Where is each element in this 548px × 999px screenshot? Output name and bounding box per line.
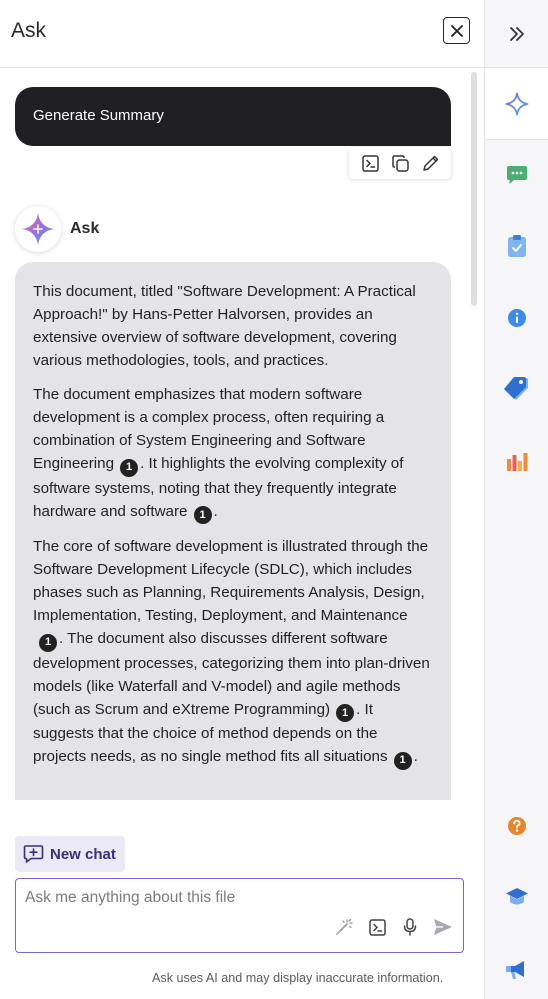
learn-icon [506, 888, 528, 905]
chat-input-box[interactable] [15, 878, 464, 953]
ask-sparkle-icon [505, 92, 529, 115]
right-rail [484, 0, 548, 999]
close-button[interactable] [443, 17, 470, 44]
close-icon [450, 24, 463, 37]
message-actions [349, 147, 451, 179]
magic-wand-icon [335, 918, 353, 936]
clipboard-icon [508, 235, 526, 257]
conversation-area[interactable]: Generate Summary Ask This document, titl… [0, 69, 484, 800]
prompt-button[interactable] [358, 151, 382, 175]
input-tools [334, 917, 453, 937]
new-chat-label: New chat [50, 845, 116, 863]
info-icon [508, 309, 526, 327]
chat-input[interactable] [25, 886, 445, 910]
ask-sparkle-icon [22, 213, 54, 245]
new-chat-button[interactable]: New chat [15, 836, 125, 872]
send-icon [434, 919, 452, 935]
citation-badge[interactable]: 1 [193, 506, 212, 524]
terminal-icon [361, 154, 379, 172]
rail-item-announcements[interactable] [485, 952, 548, 988]
help-icon [508, 817, 526, 835]
rail-item-info[interactable] [485, 300, 548, 336]
rail-item-ask[interactable] [485, 68, 548, 140]
new-chat-icon [23, 845, 44, 863]
answer-paragraph: This document, titled "Software Developm… [33, 280, 433, 372]
voice-input-button[interactable] [400, 917, 420, 937]
panel-header: Ask [0, 0, 484, 68]
pencil-icon [422, 155, 438, 171]
rail-item-insights[interactable] [485, 443, 548, 479]
panel-title: Ask [11, 19, 47, 42]
send-button[interactable] [433, 917, 453, 937]
rail-item-tags[interactable] [485, 370, 548, 406]
collapse-icon [510, 26, 524, 41]
chat-icon [507, 166, 527, 184]
microphone-icon [403, 918, 417, 936]
answer-text: The core of software development is illu… [33, 538, 429, 624]
collapse-panel-button[interactable] [485, 0, 548, 68]
answer-bubble: This document, titled "Software Developm… [15, 262, 451, 800]
answer-text: . [413, 748, 418, 765]
answer-paragraph: The document emphasizes that modern soft… [33, 383, 433, 524]
bot-avatar [15, 206, 61, 252]
terminal-icon [368, 918, 386, 936]
answer-text: . [213, 502, 218, 520]
tag-icon [504, 377, 528, 400]
rail-item-learn[interactable] [485, 879, 548, 915]
answer-paragraph: The core of software development is illu… [33, 535, 433, 770]
chart-icon [507, 453, 528, 471]
bot-name: Ask [70, 220, 100, 237]
copy-icon [391, 154, 409, 172]
citation-badge[interactable]: 1 [393, 751, 412, 770]
edit-button[interactable] [418, 151, 442, 175]
ai-disclaimer: Ask uses AI and may display inaccurate i… [152, 971, 444, 985]
prompt-library-button[interactable] [367, 917, 387, 937]
scrollbar-thumb[interactable] [471, 72, 477, 306]
user-message-text: Generate Summary [33, 107, 164, 124]
citation-badge[interactable]: 1 [336, 704, 355, 722]
rail-item-tasks[interactable] [485, 228, 548, 264]
announcement-icon [506, 961, 524, 979]
rail-item-comments[interactable] [485, 157, 548, 193]
user-message: Generate Summary [15, 87, 451, 146]
citation-badge[interactable]: 1 [39, 633, 57, 652]
magic-wand-button[interactable] [334, 917, 354, 937]
answer-text: This document, titled "Software Developm… [33, 283, 416, 369]
rail-item-help[interactable] [485, 808, 548, 844]
copy-button[interactable] [388, 151, 412, 175]
ask-panel: Ask Generate Summary Ask This document, … [0, 0, 484, 999]
citation-badge[interactable]: 1 [120, 458, 139, 477]
